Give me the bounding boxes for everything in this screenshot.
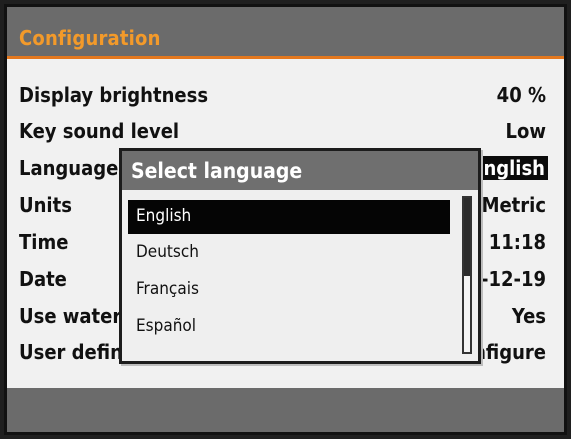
title-bar: Configuration: [7, 7, 564, 59]
scrollbar-thumb[interactable]: [464, 198, 470, 276]
setting-label: Key sound level: [19, 119, 180, 143]
language-option-deutsch[interactable]: Deutsch: [128, 236, 450, 270]
language-option-label: Español: [136, 316, 197, 336]
setting-value: 40 %: [496, 83, 546, 107]
setting-value: Metric: [481, 193, 546, 217]
language-option-francais[interactable]: Français: [128, 273, 450, 307]
screen: Configuration Display brightness 40 % Ke…: [4, 4, 567, 435]
language-option-english[interactable]: English: [128, 200, 450, 234]
dialog-title: Select language: [131, 159, 303, 183]
setting-label: Use water: [19, 304, 122, 328]
page-title: Configuration: [19, 26, 161, 50]
setting-value: 11:18: [488, 230, 546, 254]
language-option-label: Français: [136, 279, 199, 299]
setting-label: Time: [19, 230, 69, 254]
language-scrollbar[interactable]: [462, 196, 472, 354]
setting-label: Date: [19, 267, 67, 291]
setting-value: Low: [505, 119, 546, 143]
device-frame: Configuration Display brightness 40 % Ke…: [0, 0, 571, 439]
select-language-dialog: Select language English Deutsch Français…: [119, 148, 481, 364]
setting-row-brightness[interactable]: Display brightness 40 %: [19, 83, 546, 113]
setting-label: Display brightness: [19, 83, 209, 107]
dialog-title-bar: Select language: [122, 151, 478, 190]
setting-value: Yes: [511, 304, 546, 328]
language-option-label: English: [136, 206, 192, 226]
setting-row-key-sound[interactable]: Key sound level Low: [19, 119, 546, 149]
setting-label: Language: [19, 156, 119, 180]
setting-label: Units: [19, 193, 72, 217]
bottom-bar: [7, 388, 564, 432]
language-option-espanol[interactable]: Español: [128, 310, 450, 344]
language-option-label: Deutsch: [136, 242, 199, 262]
